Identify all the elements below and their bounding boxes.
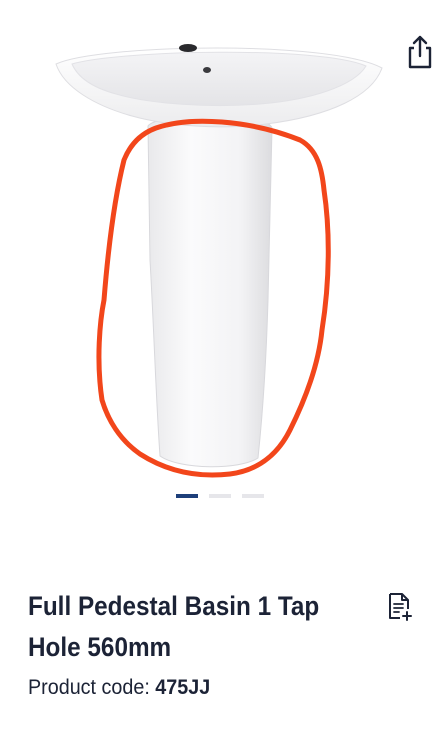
product-code: Product code: 475JJ [28, 676, 210, 700]
gallery-dot-3[interactable] [242, 494, 264, 498]
share-button[interactable] [403, 33, 437, 71]
product-code-value: 475JJ [155, 676, 211, 699]
add-note-button[interactable] [386, 591, 414, 623]
gallery-pagination [176, 494, 264, 500]
product-code-label: Product code: [28, 676, 150, 699]
gallery-dot-1[interactable] [176, 494, 198, 498]
product-title: Full Pedestal Basin 1 Tap Hole 560mm [28, 591, 320, 662]
pedestal-basin-image [55, 44, 383, 478]
gallery-dot-2[interactable] [209, 494, 231, 498]
share-icon [408, 35, 432, 69]
product-image-gallery[interactable] [0, 0, 440, 510]
add-note-icon [389, 593, 412, 621]
